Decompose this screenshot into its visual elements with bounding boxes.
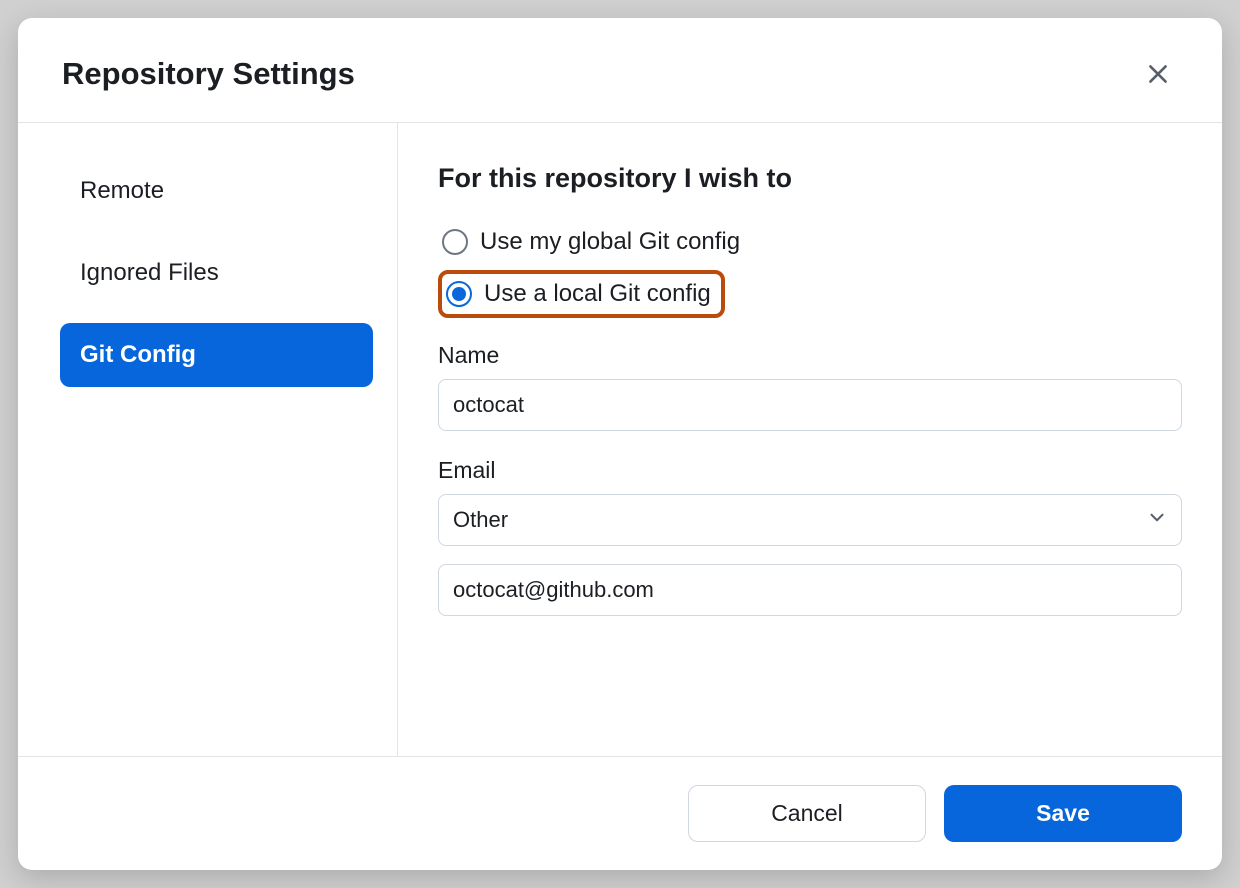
settings-content: For this repository I wish to Use my glo… xyxy=(398,123,1222,756)
sidebar-item-label: Ignored Files xyxy=(80,259,219,286)
save-button[interactable]: Save xyxy=(944,785,1182,842)
sidebar-item-label: Git Config xyxy=(80,341,196,368)
radio-icon xyxy=(442,229,468,255)
email-input[interactable] xyxy=(438,564,1182,616)
button-label: Save xyxy=(1036,800,1090,826)
modal-footer: Cancel Save xyxy=(18,756,1222,870)
radio-local-config[interactable]: Use a local Git config xyxy=(438,270,725,318)
repository-settings-modal: Repository Settings Remote Ignored Files… xyxy=(18,18,1222,870)
sidebar-item-git-config[interactable]: Git Config xyxy=(60,323,373,387)
email-field-label: Email xyxy=(438,457,1182,484)
email-select[interactable]: Other xyxy=(438,494,1182,546)
radio-dot-icon xyxy=(452,287,466,301)
email-select-value: Other xyxy=(438,494,1182,546)
radio-label: Use a local Git config xyxy=(484,280,711,308)
modal-header: Repository Settings xyxy=(18,18,1222,123)
content-heading: For this repository I wish to xyxy=(438,163,1182,194)
settings-sidebar: Remote Ignored Files Git Config xyxy=(18,123,398,756)
radio-label: Use my global Git config xyxy=(480,228,740,256)
sidebar-item-remote[interactable]: Remote xyxy=(60,159,373,223)
modal-title: Repository Settings xyxy=(62,56,355,92)
close-icon xyxy=(1145,61,1171,87)
radio-icon xyxy=(446,281,472,307)
radio-global-config[interactable]: Use my global Git config xyxy=(438,222,750,262)
close-button[interactable] xyxy=(1142,58,1174,90)
modal-body: Remote Ignored Files Git Config For this… xyxy=(18,123,1222,756)
cancel-button[interactable]: Cancel xyxy=(688,785,926,842)
sidebar-item-label: Remote xyxy=(80,177,164,204)
name-field-label: Name xyxy=(438,342,1182,369)
button-label: Cancel xyxy=(771,800,843,826)
name-input[interactable] xyxy=(438,379,1182,431)
git-config-radio-group: Use my global Git config Use a local Git… xyxy=(438,222,1182,318)
sidebar-item-ignored-files[interactable]: Ignored Files xyxy=(60,241,373,305)
